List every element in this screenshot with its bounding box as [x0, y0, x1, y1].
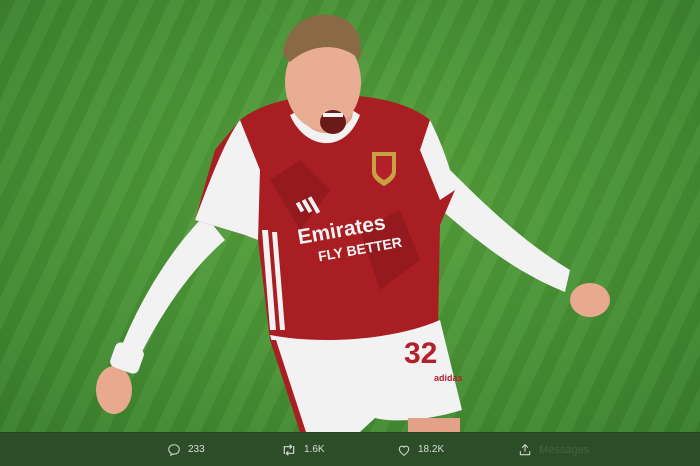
like-button[interactable]: 18.2K — [397, 433, 444, 466]
retweet-count: 1.6K — [304, 444, 325, 455]
share-icon — [519, 443, 531, 455]
left-fist — [96, 366, 132, 414]
reply-button[interactable]: 233 — [167, 433, 205, 466]
retweet-icon — [283, 443, 295, 456]
retweet-button[interactable]: 1.6K — [281, 433, 325, 466]
shorts-brand: adidas — [434, 373, 463, 383]
shorts-number: 32 — [404, 337, 437, 370]
reply-icon — [168, 443, 180, 456]
tweet-photo[interactable]: Emirates FLY BETTER 32 adidas — [0, 0, 700, 432]
right-fist — [570, 283, 610, 317]
messages-label: Messages — [539, 443, 590, 456]
share-button[interactable]: Messages — [518, 433, 589, 466]
player-celebration-image: Emirates FLY BETTER 32 adidas — [96, 14, 610, 432]
tweet-action-bar: 233 1.6K 18.2K Messages — [0, 432, 700, 466]
left-sleeve — [120, 215, 225, 360]
like-count: 18.2K — [418, 444, 445, 455]
heart-icon — [398, 445, 410, 456]
reply-count: 233 — [188, 444, 205, 455]
